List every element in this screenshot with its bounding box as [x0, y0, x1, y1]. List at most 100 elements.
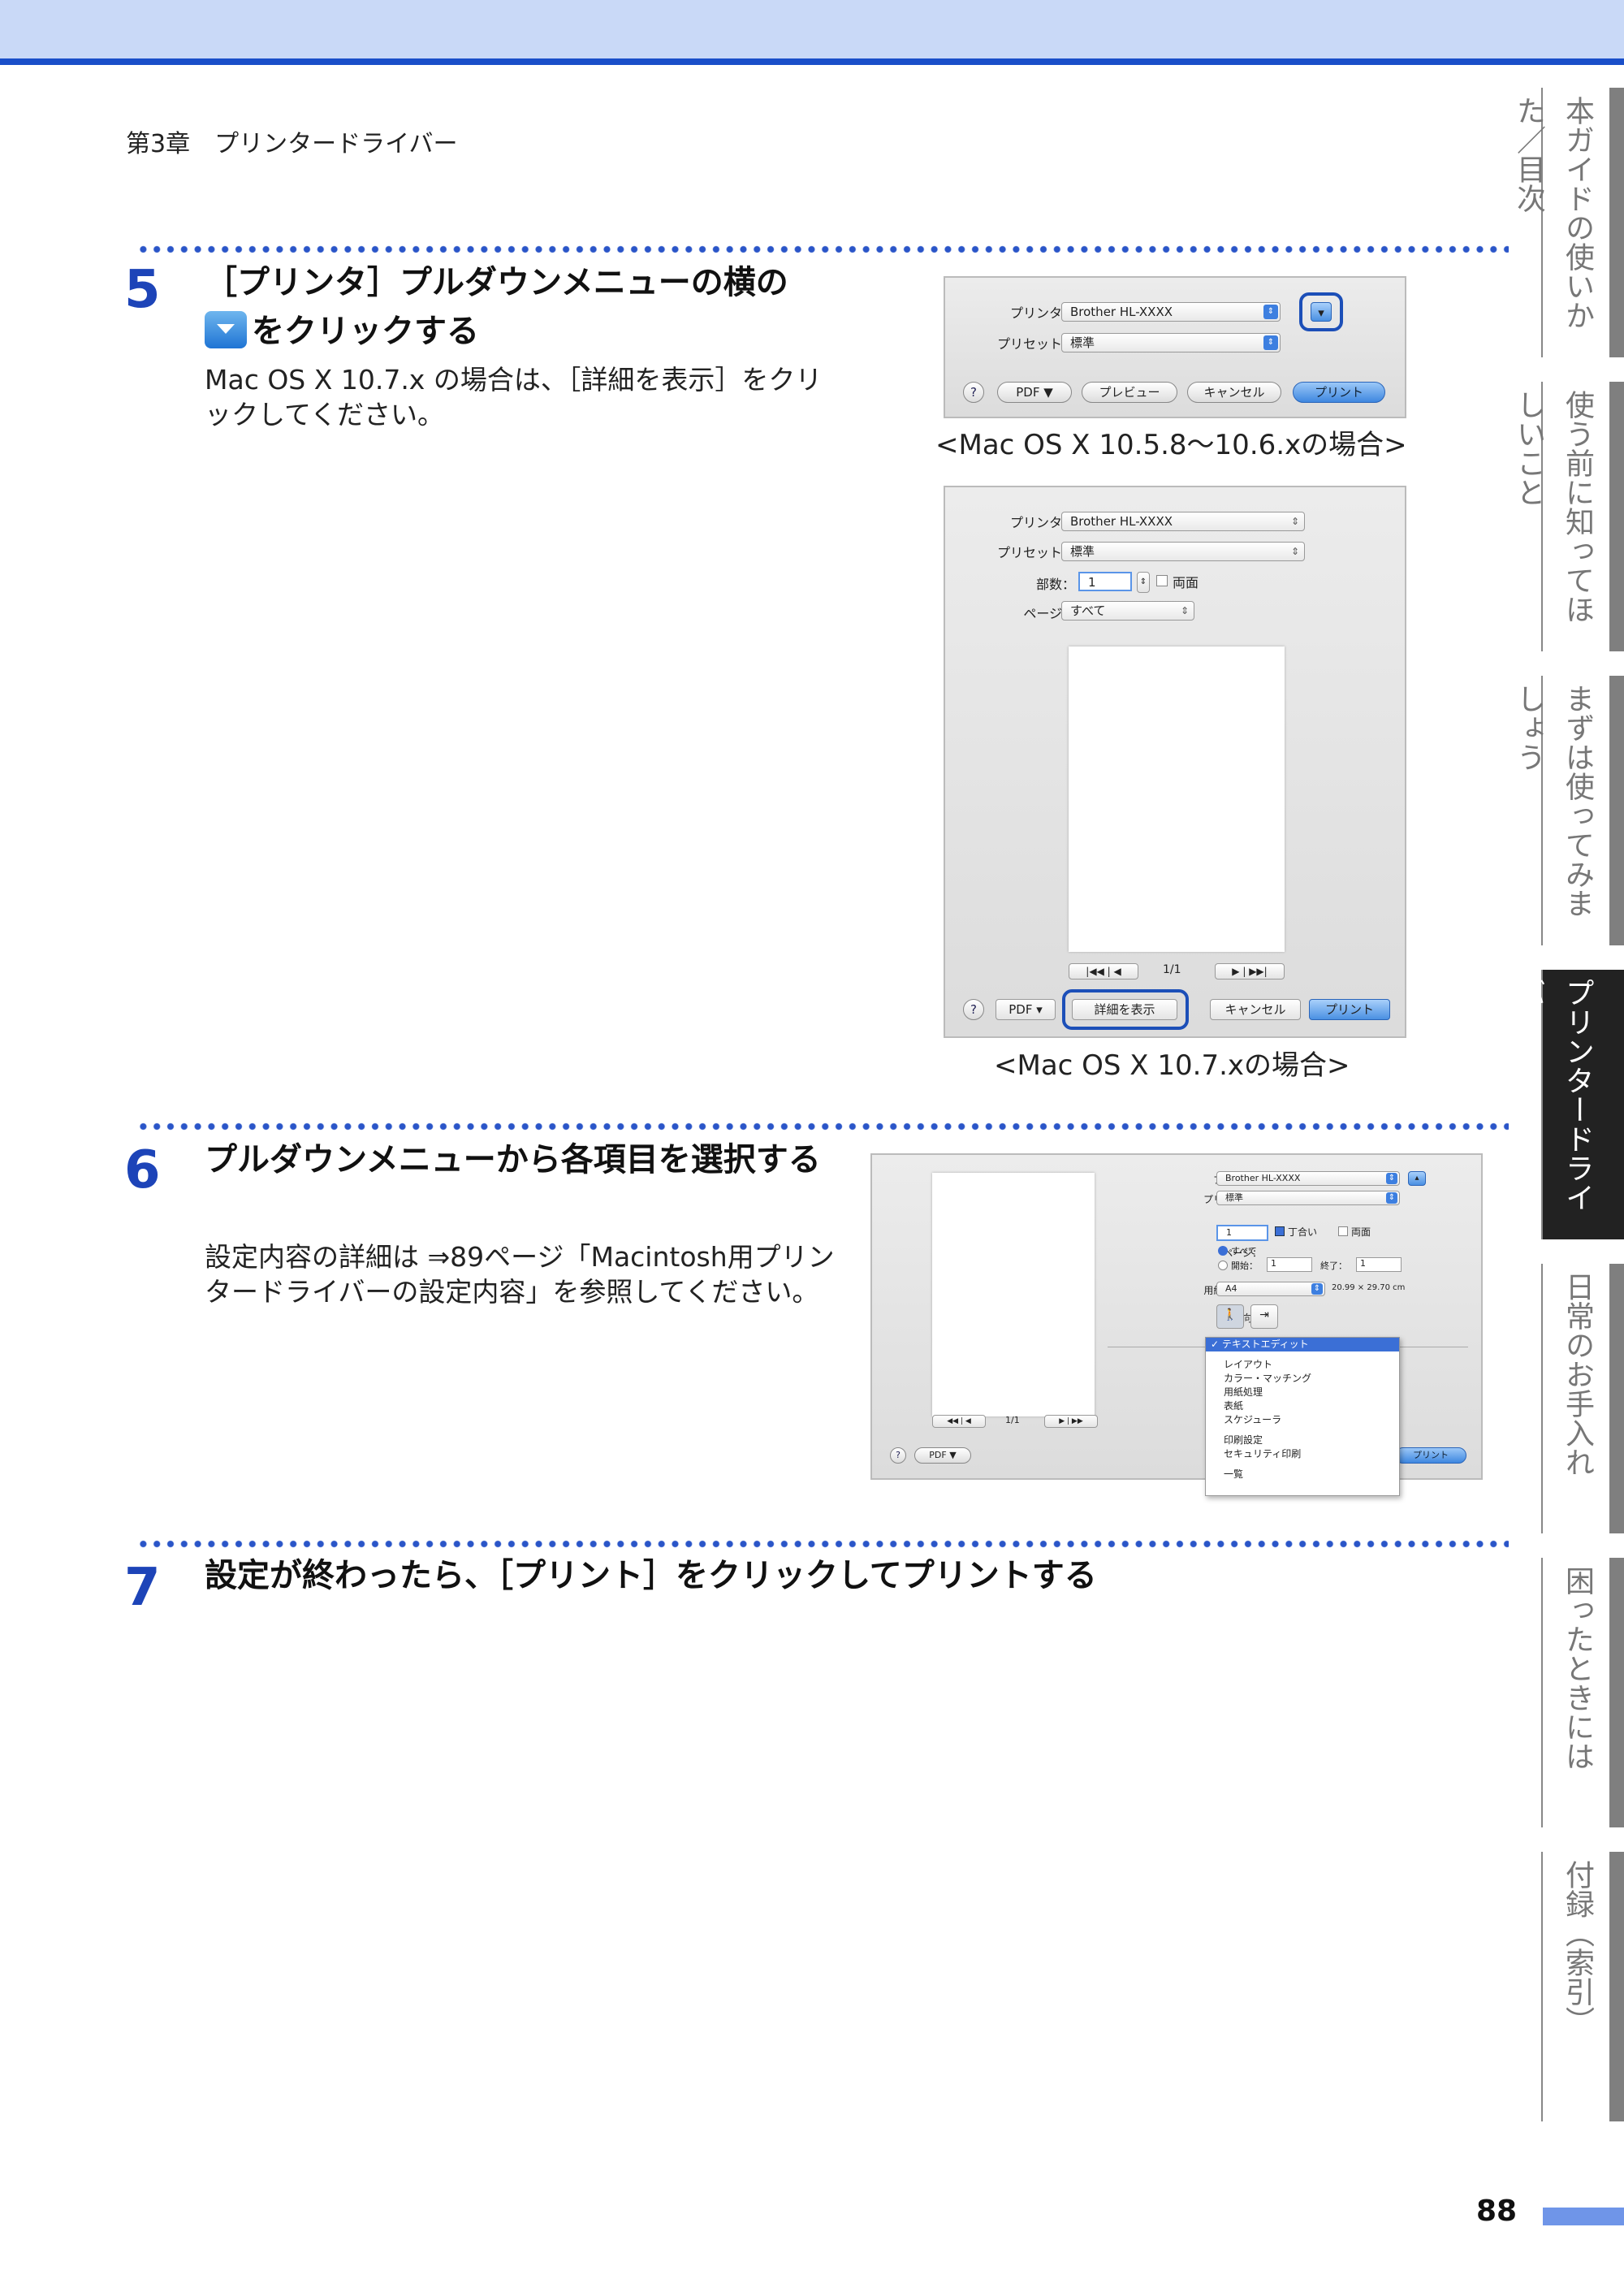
pages-popup[interactable]: すべて ⇕ — [1061, 601, 1194, 621]
paper-dims: 20.99 × 29.70 cm — [1332, 1283, 1406, 1292]
pages-to-label: 終了： — [1320, 1261, 1347, 1271]
next-page-button[interactable]: ▶ | ▶▶ — [1044, 1415, 1098, 1428]
prev-page-button[interactable]: |◀◀ | ◀ — [1069, 963, 1138, 980]
print-dialog-detail: ◀◀ | ◀ 1/1 ▶ | ▶▶ ? PDF ▼ プリント プリンタ： Bro… — [870, 1153, 1483, 1496]
pages-range-radio[interactable] — [1218, 1261, 1228, 1270]
dropdown-arrow-icon — [205, 311, 247, 348]
side-tab-label: 日常のお手入れ — [1561, 1272, 1594, 1477]
preset-popup[interactable]: 標準 ⇕ — [1061, 333, 1281, 352]
pages-from-field[interactable]: 1 — [1267, 1257, 1312, 1272]
side-tab-guide[interactable]: 本ガイドの使いかた／目次 — [1512, 88, 1624, 357]
section-divider — [136, 245, 1509, 253]
menu-item-scheduler[interactable]: スケジューラ — [1206, 1413, 1399, 1427]
preset-label: プリセット： — [996, 336, 1075, 352]
portrait-button[interactable]: 🚶 — [1216, 1304, 1244, 1329]
page-number-bar — [1543, 2208, 1624, 2225]
step-heading-line2-text: をクリックする — [252, 313, 479, 350]
printer-value: Brother HL-XXXX — [1070, 305, 1173, 319]
section-divider — [136, 1122, 1509, 1131]
updown-arrow-icon: ⇕ — [1263, 335, 1278, 350]
menu-item-color-matching[interactable]: カラー・マッチング — [1206, 1372, 1399, 1386]
side-tab-label: 付録（索引） — [1561, 1860, 1594, 2035]
duplex-checkbox[interactable] — [1156, 575, 1168, 586]
printer-value: Brother HL-XXXX — [1070, 514, 1173, 529]
duplex-label: 両面 — [1351, 1226, 1371, 1238]
side-tab-before-use[interactable]: 使う前に知ってほしいこと — [1512, 382, 1624, 651]
menu-item-paper-handling[interactable]: 用紙処理 — [1206, 1386, 1399, 1399]
print-dialog-10-6: プリンタ： Brother HL-XXXX ⇕ ▾ プリセット： 標準 ⇕ ? PD… — [944, 276, 1406, 418]
printer-popup[interactable]: Brother HL-XXXX ⇕ — [1061, 302, 1281, 322]
help-button[interactable]: ? — [963, 999, 984, 1020]
copies-stepper[interactable]: ⇕ — [1137, 572, 1150, 593]
collapse-button[interactable]: ▴ — [1408, 1171, 1426, 1186]
highlight-box — [1062, 989, 1189, 1030]
header-rule — [0, 58, 1624, 65]
menu-item-cover[interactable]: 表紙 — [1206, 1399, 1399, 1413]
collate-checkbox[interactable] — [1275, 1226, 1285, 1236]
menu-separator — [1206, 1461, 1399, 1468]
pdf-button[interactable]: PDF ▾ — [996, 999, 1056, 1020]
side-tab-troubleshooting[interactable]: 困ったときには — [1541, 1558, 1624, 1827]
page-count: 1/1 — [1163, 963, 1181, 976]
menu-item-print-settings[interactable]: 印刷設定 — [1206, 1434, 1399, 1447]
menu-item-textedit[interactable]: ✓ テキストエディット — [1206, 1338, 1399, 1351]
side-tab-appendix[interactable]: 付録（索引） — [1541, 1852, 1624, 2121]
prev-page-button[interactable]: ◀◀ | ◀ — [932, 1415, 986, 1428]
help-button[interactable]: ? — [890, 1447, 906, 1464]
side-tab-label: 使う前に知ってほしいこと — [1512, 390, 1594, 624]
breadcrumb: 第3章 プリンタードライバー — [126, 130, 458, 158]
caption-10-6: <Mac OS X 10.5.8〜10.6.xの場合> — [935, 429, 1407, 461]
side-tab-label: 困ったときには — [1561, 1566, 1594, 1771]
pages-all-radio[interactable] — [1218, 1246, 1228, 1256]
updown-arrow-icon: ⇕ — [1263, 305, 1278, 319]
step-heading: 設定が終わったら、［プリント］をクリックしてプリントする — [205, 1557, 1097, 1594]
print-button[interactable]: プリント — [1293, 382, 1385, 403]
side-tab-label: まずは使ってみましょう — [1512, 684, 1594, 918]
preset-popup[interactable]: 標準 ⇕ — [1216, 1191, 1400, 1205]
landscape-button[interactable]: ⇥ — [1250, 1304, 1278, 1329]
collate-label: 丁合い — [1288, 1226, 1318, 1238]
menu-separator — [1206, 1427, 1399, 1434]
pages-to-field[interactable]: 1 — [1356, 1257, 1402, 1272]
menu-item-secure-print[interactable]: セキュリティ印刷 — [1206, 1447, 1399, 1461]
pages-all-label: すべて — [1231, 1246, 1257, 1256]
side-tab-label: プリンタードライバー — [1512, 978, 1594, 1212]
print-button[interactable]: プリント — [1309, 999, 1390, 1020]
pdf-label: PDF — [1009, 1002, 1033, 1017]
step-body: 設定内容の詳細は ⇒89ページ「Macintosh用プリンタードライバーの設定内… — [205, 1241, 835, 1308]
help-button[interactable]: ? — [963, 382, 984, 403]
printer-label: プリンタ： — [1009, 305, 1075, 321]
menu-separator — [1206, 1351, 1399, 1358]
pages-from-label: 開始： — [1231, 1261, 1258, 1271]
updown-arrow-icon: ⇕ — [1386, 1173, 1397, 1184]
next-page-button[interactable]: ▶ | ▶▶| — [1215, 963, 1285, 980]
menu-item-summary[interactable]: 一覧 — [1206, 1468, 1399, 1481]
copies-field[interactable]: 1 — [1078, 572, 1132, 591]
print-button[interactable]: プリント — [1395, 1447, 1466, 1464]
cancel-button[interactable]: キャンセル — [1210, 999, 1301, 1020]
highlight-box — [1299, 292, 1343, 331]
printer-popup[interactable]: Brother HL-XXXX ⇕ — [1061, 512, 1305, 531]
preset-popup[interactable]: 標準 ⇕ — [1061, 542, 1305, 561]
section-divider — [136, 1540, 1509, 1548]
pdf-button[interactable]: PDF ▼ — [997, 382, 1072, 403]
pdf-button[interactable]: PDF ▼ — [914, 1447, 971, 1464]
copies-field[interactable]: 1 — [1216, 1225, 1268, 1241]
paper-popup[interactable]: A4 ⇕ — [1216, 1282, 1325, 1296]
duplex-checkbox[interactable] — [1338, 1226, 1348, 1236]
preview-button[interactable]: プレビュー — [1082, 382, 1177, 403]
side-tab-maintenance[interactable]: 日常のお手入れ — [1541, 1264, 1624, 1533]
side-tab-label: 本ガイドの使いかた／目次 — [1512, 96, 1594, 330]
printer-popup[interactable]: Brother HL-XXXX ⇕ — [1216, 1171, 1400, 1186]
updown-arrow-icon: ⇕ — [1290, 516, 1299, 527]
printer-value: Brother HL-XXXX — [1225, 1173, 1301, 1183]
side-tab-printer-driver[interactable]: プリンタードライバー — [1512, 970, 1624, 1239]
menu-item-layout[interactable]: レイアウト — [1206, 1358, 1399, 1372]
updown-arrow-icon: ⇕ — [1290, 546, 1299, 557]
side-tab-try-it[interactable]: まずは使ってみましょう — [1512, 676, 1624, 945]
cancel-button[interactable]: キャンセル — [1187, 382, 1281, 403]
updown-arrow-icon: ⇕ — [1311, 1283, 1323, 1295]
step-body: Mac OS X 10.7.x の場合は、［詳細を表示］をクリックしてください。 — [205, 364, 823, 430]
app-popup-menu[interactable]: ✓ テキストエディット レイアウト カラー・マッチング 用紙処理 表紙 スケジュ… — [1205, 1337, 1400, 1496]
updown-arrow-icon: ⇕ — [1180, 605, 1189, 616]
